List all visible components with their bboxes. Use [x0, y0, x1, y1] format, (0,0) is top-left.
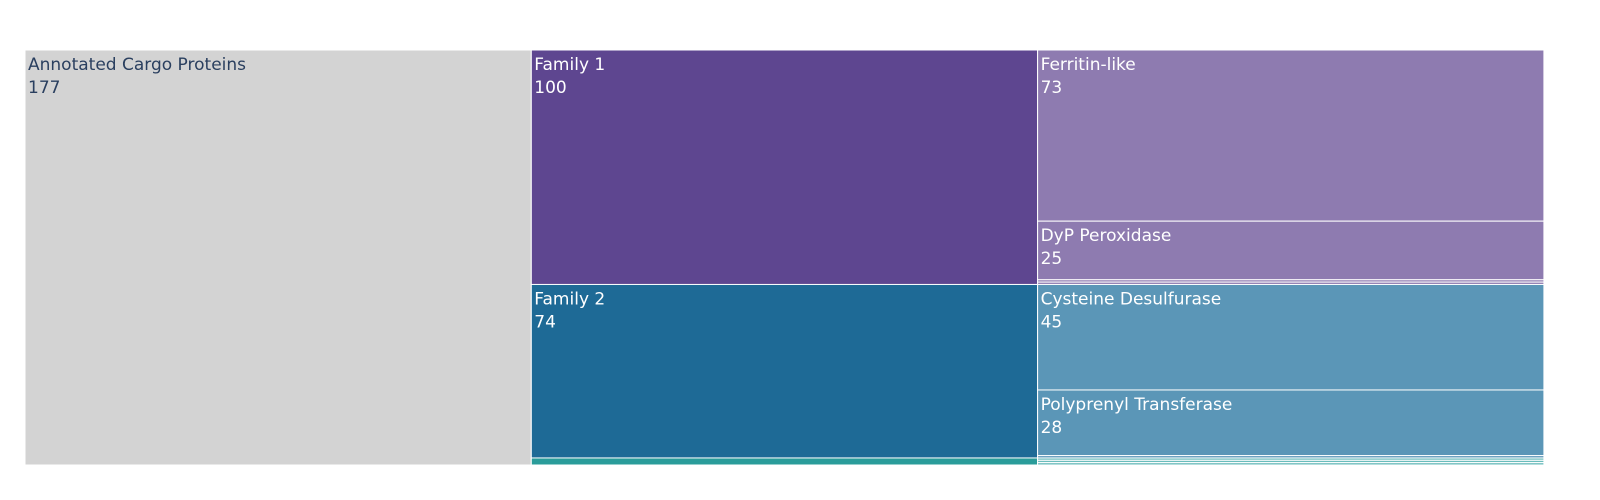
node-family-2[interactable]	[530, 283, 1039, 459]
node-family-1[interactable]	[530, 49, 1039, 285]
node-family-2-value: 74	[534, 312, 556, 332]
node-polyprenyl-transferase-label: Polyprenyl Transferase	[1041, 395, 1233, 415]
node-family-1-value: 100	[534, 78, 566, 98]
node-ferritin-like-value: 73	[1041, 78, 1063, 98]
node-cysteine-desulfurase-value: 45	[1041, 312, 1063, 332]
node-ferritin-like-label: Ferritin-like	[1041, 55, 1136, 75]
node-root-value: 177	[28, 78, 60, 98]
node-dyp-peroxidase-label: DyP Peroxidase	[1041, 226, 1172, 246]
node-ferritin-like[interactable]	[1037, 49, 1545, 222]
node-family-2-label: Family 2	[534, 289, 605, 309]
node-dyp-peroxidase-value: 25	[1041, 249, 1063, 269]
node-other-small-2[interactable]	[1037, 462, 1545, 466]
node-other-2[interactable]	[530, 457, 1039, 466]
node-cysteine-desulfurase-label: Cysteine Desulfurase	[1041, 289, 1222, 309]
node-root-label: Annotated Cargo Proteins	[28, 55, 246, 75]
icicle-chart: Annotated Cargo Proteins 177 Family 1 100 Fe…	[24, 49, 1545, 466]
node-polyprenyl-transferase-value: 28	[1041, 418, 1063, 438]
node-family-1-label: Family 1	[534, 55, 605, 75]
node-root[interactable]	[24, 49, 532, 466]
